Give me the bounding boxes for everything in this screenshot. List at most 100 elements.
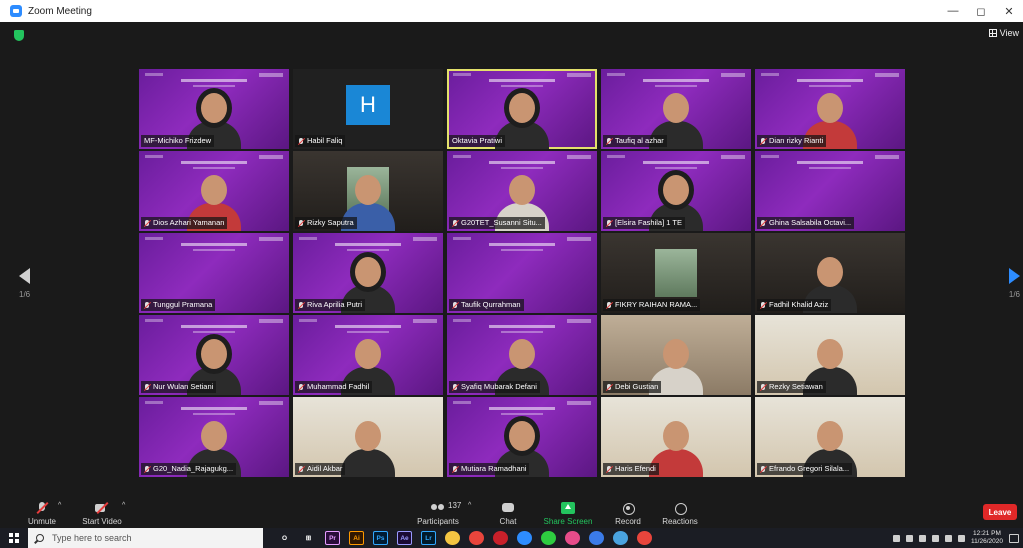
zoom-icon[interactable] <box>517 531 532 545</box>
premiere-icon[interactable]: Pr <box>325 531 340 545</box>
participant-tile[interactable]: Haris Efendi <box>601 397 751 477</box>
participant-tile[interactable]: Taufiq al azhar <box>601 69 751 149</box>
microphone-muted-icon <box>606 465 612 473</box>
figure-head <box>201 175 227 205</box>
participant-tile[interactable]: Dian rizky Rianti <box>755 69 905 149</box>
battery-icon[interactable] <box>931 534 939 542</box>
microphone-muted-icon <box>298 465 304 473</box>
task-view-icon[interactable]: ⊞ <box>301 531 316 545</box>
app-red-icon[interactable] <box>493 531 508 545</box>
participant-tile[interactable]: Tunggul Pramana <box>139 233 289 313</box>
wifi-icon[interactable] <box>944 534 952 542</box>
notifications-icon[interactable] <box>1009 533 1019 543</box>
participant-tile[interactable]: Rezky Setiawan <box>755 315 905 395</box>
chrome-2-icon[interactable] <box>589 531 604 545</box>
participant-tile[interactable]: G20_Nadia_Rajagukg... <box>139 397 289 477</box>
virtual-background-decoration <box>489 161 555 164</box>
chrome-badge-icon[interactable] <box>637 531 652 545</box>
app-blue-icon[interactable] <box>613 531 628 545</box>
participant-tile[interactable]: Oktavia Pratiwi <box>447 69 597 149</box>
participants-options-chevron-icon[interactable]: ^ <box>468 502 471 509</box>
windows-logo-icon <box>9 533 19 543</box>
participant-name-label: Habil Faliq <box>295 135 346 147</box>
illustrator-icon[interactable]: Ai <box>349 531 364 545</box>
after-effects-icon[interactable]: Ae <box>397 531 412 545</box>
participant-name: MF-Michiko Frizdew <box>144 136 212 145</box>
participant-name-label: Taufik Qurrahman <box>449 299 524 311</box>
page-indicator-left: 1/6 <box>19 290 31 299</box>
microphone-muted-icon <box>760 383 766 391</box>
participant-name: Oktavia Pratiwi <box>452 136 503 145</box>
microphone-muted-icon <box>606 301 612 309</box>
participant-tile[interactable]: Fadhil Khalid Aziz <box>755 233 905 313</box>
previous-page-arrow-icon[interactable] <box>19 268 30 284</box>
participant-name-label: Tunggul Pramana <box>141 299 216 311</box>
participant-name-label: [Elsira Fashila] 1 TE <box>603 217 685 229</box>
taskbar-search-box[interactable]: Type here to search <box>28 528 263 548</box>
virtual-background-decoration <box>259 319 283 323</box>
participant-tile[interactable]: Muhammad Fadhil <box>293 315 443 395</box>
participant-tile[interactable]: Dios Azhari Yamanan <box>139 151 289 231</box>
virtual-background-decoration <box>299 237 317 240</box>
audio-options-chevron-icon[interactable]: ^ <box>58 502 61 509</box>
participant-tile[interactable]: H Habil Faliq <box>293 69 443 149</box>
figure-head <box>509 93 535 123</box>
start-button[interactable] <box>0 528 28 548</box>
line-icon[interactable] <box>541 531 556 545</box>
participant-name-label: MF-Michiko Frizdew <box>141 135 215 147</box>
participant-tile[interactable]: G20TET_Susanni Situ... <box>447 151 597 231</box>
participant-tile[interactable]: Riva Aprilia Putri <box>293 233 443 313</box>
minimize-button[interactable]: — <box>939 0 967 22</box>
tray-mic-icon[interactable] <box>918 534 926 542</box>
video-options-chevron-icon[interactable]: ^ <box>122 502 125 509</box>
view-button[interactable]: View <box>988 28 1019 38</box>
participant-tile[interactable]: Efrando Gregori Silala... <box>755 397 905 477</box>
participant-name-label: Muhammad Fadhil <box>295 381 373 393</box>
next-page-arrow-icon[interactable] <box>1009 268 1020 284</box>
share-screen-button[interactable]: Share Screen <box>540 498 596 528</box>
participant-tile[interactable]: [Elsira Fashila] 1 TE <box>601 151 751 231</box>
virtual-background-decoration <box>453 319 471 322</box>
video-feed <box>655 249 697 297</box>
participant-tile[interactable]: Nur Wulan Setiani <box>139 315 289 395</box>
figure-head <box>817 339 843 369</box>
security-shield-icon[interactable] <box>14 30 24 41</box>
participant-tile[interactable]: Ghina Salsabila Octavi... <box>755 151 905 231</box>
tray-app-icon[interactable] <box>905 534 913 542</box>
app-pink-icon[interactable] <box>565 531 580 545</box>
chrome-icon[interactable] <box>469 531 484 545</box>
chat-button[interactable]: Chat <box>492 498 524 528</box>
virtual-background-decoration <box>875 73 899 77</box>
search-placeholder: Type here to search <box>52 533 132 543</box>
unmute-button[interactable]: Unmute <box>22 498 62 528</box>
participant-tile[interactable]: Debi Gustian <box>601 315 751 395</box>
participant-tile[interactable]: Syafiq Mubarak Defani <box>447 315 597 395</box>
participant-tile[interactable]: FIKRY RAIHAN RAMA... <box>601 233 751 313</box>
reactions-button[interactable]: Reactions <box>658 498 702 528</box>
tray-chevron-icon[interactable] <box>892 534 900 542</box>
participant-name-label: Debi Gustian <box>603 381 662 393</box>
cortana-icon[interactable]: O <box>277 531 292 545</box>
maximize-button[interactable]: ◻ <box>967 0 995 22</box>
start-video-button[interactable]: Start Video <box>78 498 126 528</box>
page-indicator-right: 1/6 <box>1008 290 1020 299</box>
lightroom-icon[interactable]: Lr <box>421 531 436 545</box>
gallery-grid-icon <box>988 29 997 37</box>
participant-name-label: Riva Aprilia Putri <box>295 299 366 311</box>
participant-name-label: Nur Wulan Setiani <box>141 381 217 393</box>
participants-icon <box>431 502 445 514</box>
participant-tile[interactable]: Rizky Saputra <box>293 151 443 231</box>
participant-tile[interactable]: Aidil Akbar <box>293 397 443 477</box>
record-button[interactable]: Record <box>610 498 646 528</box>
leave-button[interactable]: Leave <box>983 504 1017 520</box>
participant-tile[interactable]: MF-Michiko Frizdew <box>139 69 289 149</box>
file-explorer-icon[interactable] <box>445 531 460 545</box>
participant-tile[interactable]: Mutiara Ramadhani <box>447 397 597 477</box>
participant-tile[interactable]: Taufik Qurrahman <box>447 233 597 313</box>
close-button[interactable]: ✕ <box>995 0 1023 22</box>
volume-icon[interactable] <box>957 534 965 542</box>
taskbar-clock[interactable]: 12:21 PM 11/26/2020 <box>971 530 1003 546</box>
virtual-background-decoration <box>761 73 779 76</box>
virtual-background-decoration <box>501 249 543 251</box>
photoshop-icon[interactable]: Ps <box>373 531 388 545</box>
